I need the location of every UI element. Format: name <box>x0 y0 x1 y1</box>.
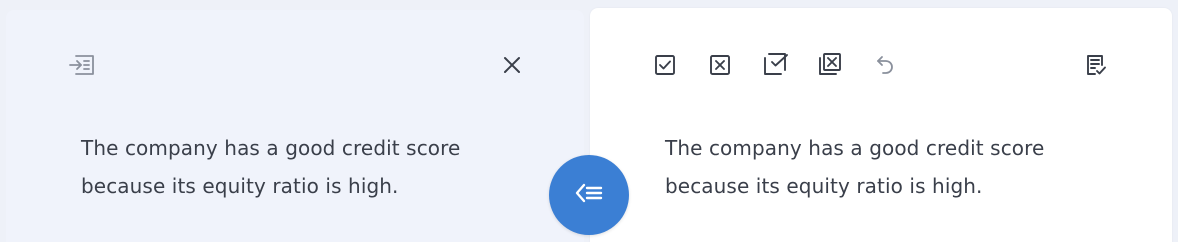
close-icon[interactable] <box>497 50 527 80</box>
source-panel: The company has a good credit score beca… <box>6 10 584 242</box>
apply-to-left-button[interactable] <box>549 155 629 235</box>
reject-all-icon[interactable] <box>815 49 845 79</box>
review-icon[interactable] <box>1081 50 1111 80</box>
apply-to-left-icon <box>574 182 604 208</box>
insert-text-icon[interactable] <box>67 50 97 80</box>
accept-all-icon[interactable] <box>760 49 790 79</box>
reject-icon[interactable] <box>705 50 735 80</box>
undo-icon[interactable] <box>870 50 900 80</box>
suggestion-panel: The company has a good credit score beca… <box>590 8 1172 242</box>
accept-icon[interactable] <box>650 50 680 80</box>
editor-stage: The company has a good credit score beca… <box>0 0 1178 242</box>
suggestion-text[interactable]: The company has a good credit score beca… <box>665 129 1105 205</box>
source-text[interactable]: The company has a good credit score beca… <box>81 129 521 205</box>
